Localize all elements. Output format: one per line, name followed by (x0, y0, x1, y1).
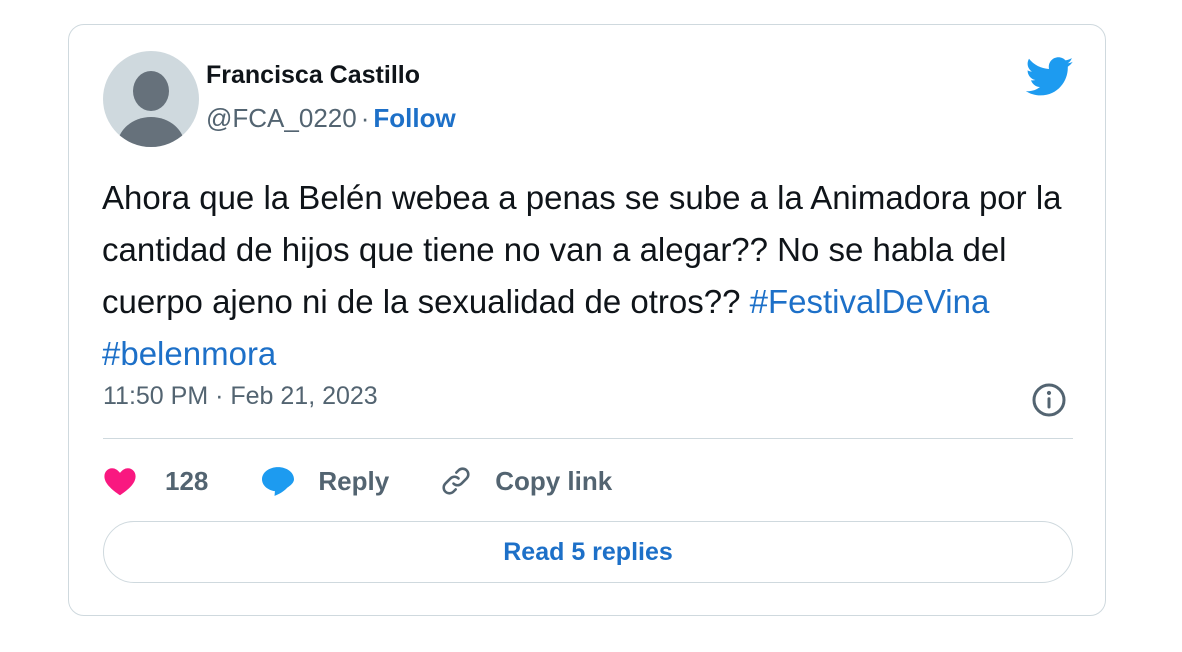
copy-link-button[interactable]: Copy link (439, 464, 612, 498)
reply-label: Reply (318, 465, 390, 496)
hashtag-festivaldevina[interactable]: #FestivalDeVina (750, 283, 990, 320)
divider (103, 438, 1073, 439)
like-button[interactable]: 128 (103, 466, 208, 497)
avatar[interactable] (103, 51, 199, 147)
info-icon[interactable] (1031, 382, 1067, 418)
follow-button[interactable]: Follow (373, 103, 455, 133)
tweet-actions: 128 Reply Copy link (103, 459, 612, 503)
tweet-embed-card: Francisca Castillo @FCA_0220 · Follow Ahor… (68, 24, 1106, 616)
author-handle-line: @FCA_0220 · Follow (206, 103, 456, 134)
link-icon (442, 467, 470, 495)
separator-dot: · (360, 103, 370, 133)
reply-button[interactable]: Reply (260, 465, 389, 497)
tweet-text: Ahora que la Belén webea a penas se sube… (102, 172, 1062, 380)
read-replies-button[interactable]: Read 5 replies (103, 521, 1073, 583)
copy-link-label: Copy link (495, 465, 613, 496)
twitter-bird-icon[interactable] (1026, 57, 1074, 97)
avatar-body (117, 117, 185, 147)
heart-icon (104, 468, 136, 496)
speech-bubble-icon (262, 467, 295, 496)
author-name[interactable]: Francisca Castillo (206, 61, 420, 90)
hashtag-belenmora[interactable]: #belenmora (102, 335, 276, 372)
like-count: 128 (165, 465, 209, 496)
author-handle[interactable]: @FCA_0220 (206, 103, 357, 133)
tweet-timestamp[interactable]: 11:50 PM · Feb 21, 2023 (103, 382, 378, 411)
avatar-head (133, 71, 169, 111)
read-replies-label: Read 5 replies (503, 537, 673, 566)
